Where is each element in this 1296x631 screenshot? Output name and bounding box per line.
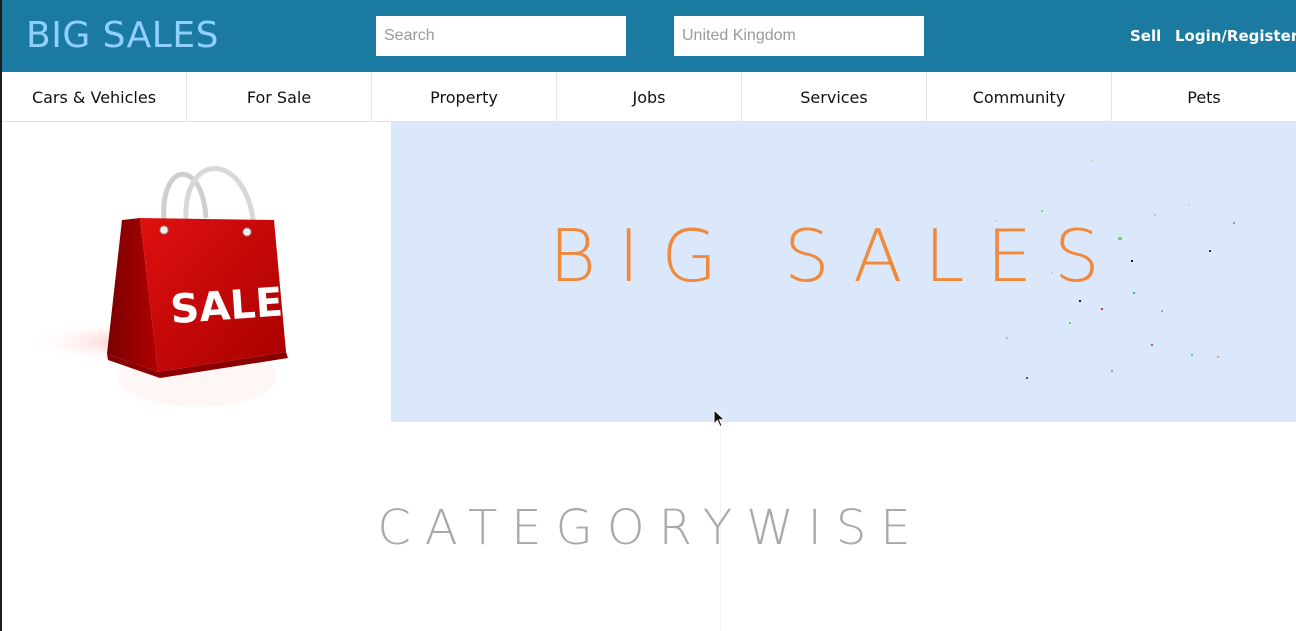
hero-image: SALE [2,122,391,422]
hero-banner: BIG SALES [391,122,1296,422]
nav-item-jobs[interactable]: Jobs [557,72,742,122]
nav-item-pets[interactable]: Pets [1112,72,1296,122]
login-register-link[interactable]: Login/Register [1175,27,1296,45]
sell-link[interactable]: Sell [1130,27,1161,45]
bag-sale-text: SALE [169,279,285,333]
site-logo[interactable]: BIG SALES [26,15,219,56]
search-input[interactable] [376,16,626,56]
confetti-decoration [1041,210,1043,212]
nav-item-cars-vehicles[interactable]: Cars & Vehicles [2,72,187,122]
shopping-bag-icon: SALE [22,166,288,407]
window-edge [0,0,2,631]
nav-item-community[interactable]: Community [927,72,1112,122]
nav-item-property[interactable]: Property [372,72,557,122]
hero-title: BIG SALES [549,214,1122,298]
nav-item-for-sale[interactable]: For Sale [187,72,372,122]
mouse-cursor-icon [713,409,726,428]
section-title: CATEGORYWISE [377,500,925,556]
category-nav: Cars & Vehicles For Sale Property Jobs S… [2,72,1296,122]
location-input[interactable] [674,16,924,56]
nav-item-services[interactable]: Services [742,72,927,122]
site-header: BIG SALES Sell Login/Register [2,0,1296,72]
